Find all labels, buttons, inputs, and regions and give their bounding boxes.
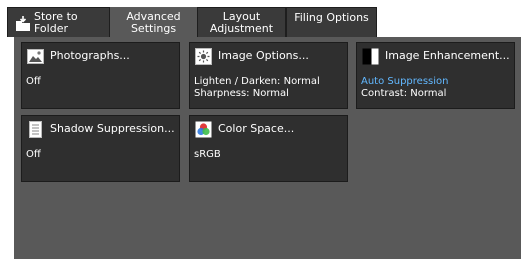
shadow-suppression-button[interactable]: Shadow Suppression... Off [21, 115, 180, 182]
tab-store-line2: Folder [34, 22, 68, 35]
image-options-line1: Lighten / Darken: Normal [194, 76, 320, 87]
photographs-title: Photographs... [50, 49, 130, 62]
store-to-folder-icon [16, 16, 30, 31]
image-options-title: Image Options... [218, 49, 309, 62]
tab-store-to-folder[interactable]: Store to Folder [7, 7, 110, 37]
photographs-value: Off [26, 76, 41, 87]
color-space-icon [195, 121, 212, 138]
tab-filing-label: Filing Options [294, 11, 369, 24]
image-options-button[interactable]: Image Options... Lighten / Darken: Norma… [189, 42, 348, 109]
image-enhancement-line2: Contrast: Normal [361, 88, 447, 99]
shadow-suppression-title: Shadow Suppression... [50, 122, 175, 135]
settings-panel: Photographs... Off Image Options... Ligh… [14, 37, 521, 259]
document-icon [29, 121, 42, 138]
image-options-line2: Sharpness: Normal [194, 88, 289, 99]
tab-layout-adjustment[interactable]: Layout Adjustment [197, 7, 286, 37]
tab-advanced-settings[interactable]: Advanced Settings [110, 7, 197, 38]
photographs-button[interactable]: Photographs... Off [21, 42, 180, 109]
contrast-icon [362, 48, 379, 65]
image-enhancement-title: Image Enhancement... [385, 49, 510, 62]
tab-advanced-line2: Settings [130, 22, 177, 35]
shadow-suppression-value: Off [26, 149, 41, 160]
image-options-icon [195, 48, 212, 65]
color-space-value: sRGB [194, 149, 221, 160]
color-space-title: Color Space... [218, 122, 295, 135]
image-enhancement-line1: Auto Suppression [361, 76, 449, 87]
photo-icon [27, 49, 44, 64]
tab-layout-line2: Adjustment [209, 22, 274, 35]
tab-filing-options[interactable]: Filing Options [286, 7, 377, 37]
color-space-button[interactable]: Color Space... sRGB [189, 115, 348, 182]
image-enhancement-button[interactable]: Image Enhancement... Auto Suppression Co… [356, 42, 515, 109]
tab-bar: Store to Folder Advanced Settings Layout… [0, 0, 521, 38]
